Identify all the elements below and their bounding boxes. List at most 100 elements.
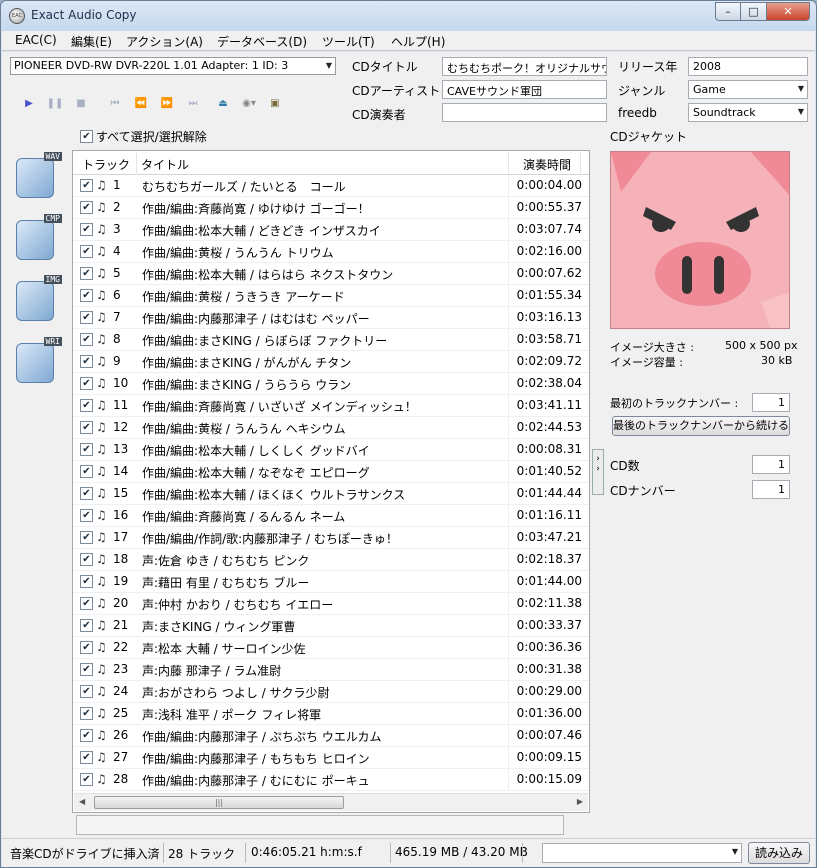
genre-select[interactable]: Game ▼ — [688, 80, 808, 99]
track-title[interactable]: 作曲/編曲:内藤那津子 / むにむに ポーキュ — [142, 772, 502, 789]
track-title[interactable]: 作曲/編曲:松本大輔 / どきどき インザスカイ — [142, 222, 502, 239]
table-row[interactable]: ✔ ♫ 4 作曲/編曲:黄桜 / うんうん トリウム 0:02:16.00 — [73, 241, 589, 263]
track-title[interactable]: 声:松本 大輔 / サーロイン少佐 — [142, 640, 502, 657]
eac-app-icon[interactable]: EAC — [9, 8, 25, 24]
track-title[interactable]: 作曲/編曲:斉藤尚寛 / ゆけゆけ ゴーゴー！ — [142, 200, 502, 217]
track-title[interactable]: むちむちガールズ / たいとる コール — [142, 178, 502, 195]
track-title[interactable]: 作曲/編曲:まさKING / がんがん チタン — [142, 354, 502, 371]
play-icon[interactable]: ▶ — [16, 98, 42, 109]
track-title[interactable]: 作曲/編曲:松本大輔 / しくしく グッドバイ — [142, 442, 502, 459]
continue-numbering-button[interactable]: 最後のトラックナンバーから続ける — [612, 416, 790, 436]
drive-select[interactable]: PIONEER DVD-RW DVR-220L 1.01 Adapter: 1 … — [10, 57, 336, 75]
track-checkbox[interactable]: ✔ — [80, 751, 93, 764]
track-title[interactable]: 声:まさKING / ウィング軍曹 — [142, 618, 502, 635]
table-row[interactable]: ✔ ♫ 8 作曲/編曲:まさKING / らぼらぼ ファクトリー 0:03:58.71 — [73, 329, 589, 351]
track-title[interactable]: 声:浅科 准平 / ポーク フィレ将軍 — [142, 706, 502, 723]
rewind-icon[interactable]: ⏪ — [128, 98, 154, 109]
track-checkbox[interactable]: ✔ — [80, 245, 93, 258]
track-checkbox[interactable]: ✔ — [80, 553, 93, 566]
track-checkbox[interactable]: ✔ — [80, 509, 93, 522]
table-row[interactable]: ✔ ♫ 5 作曲/編曲:松本大輔 / はらはら ネクストタウン 0:00:07.62 — [73, 263, 589, 285]
table-row[interactable]: ✔ ♫ 28 作曲/編曲:内藤那津子 / むにむに ポーキュ 0:00:15.09 — [73, 769, 589, 791]
table-row[interactable]: ✔ ♫ 2 作曲/編曲:斉藤尚寛 / ゆけゆけ ゴーゴー！ 0:00:55.37 — [73, 197, 589, 219]
table-row[interactable]: ✔ ♫ 14 作曲/編曲:松本大輔 / なぞなぞ エピローグ 0:01:40.52 — [73, 461, 589, 483]
table-row[interactable]: ✔ ♫ 27 作曲/編曲:内藤那津子 / もちもち ヒロイン 0:00:09.15 — [73, 747, 589, 769]
cd-performer-input[interactable] — [442, 103, 607, 122]
table-row[interactable]: ✔ ♫ 7 作曲/編曲:内藤那津子 / はむはむ ペッパー 0:03:16.13 — [73, 307, 589, 329]
column-header-time[interactable]: 演奏時間 — [523, 156, 571, 173]
track-checkbox[interactable]: ✔ — [80, 399, 93, 412]
load-button[interactable]: 読み込み — [748, 842, 810, 864]
table-row[interactable]: ✔ ♫ 21 声:まさKING / ウィング軍曹 0:00:33.37 — [73, 615, 589, 637]
menu-tools[interactable]: ツール(T) — [322, 33, 375, 50]
maximize-button[interactable]: □ — [741, 2, 767, 21]
scroll-right-icon[interactable]: ▶ — [577, 797, 583, 806]
disc-menu-icon[interactable]: ◉▾ — [236, 98, 262, 109]
table-row[interactable]: ✔ ♫ 23 声:内藤 那津子 / ラム准尉 0:00:31.38 — [73, 659, 589, 681]
track-checkbox[interactable]: ✔ — [80, 267, 93, 280]
table-row[interactable]: ✔ ♫ 18 声:佐倉 ゆき / むちむち ピンク 0:02:18.37 — [73, 549, 589, 571]
track-title[interactable]: 声:藉田 有里 / むちむち ブルー — [142, 574, 502, 591]
track-checkbox[interactable]: ✔ — [80, 223, 93, 236]
track-title[interactable]: 作曲/編曲:内藤那津子 / もちもち ヒロイン — [142, 750, 502, 767]
table-row[interactable]: ✔ ♫ 24 声:おがさわら つよし / サクラ少尉 0:00:29.00 — [73, 681, 589, 703]
table-row[interactable]: ✔ ♫ 15 作曲/編曲:松本大輔 / ほくほく ウルトラサンクス 0:01:44.44 — [73, 483, 589, 505]
track-checkbox[interactable]: ✔ — [80, 575, 93, 588]
track-title[interactable]: 声:佐倉 ゆき / むちむち ピンク — [142, 552, 502, 569]
table-row[interactable]: ✔ ♫ 12 作曲/編曲:黄桜 / うんうん ヘキシウム 0:02:44.53 — [73, 417, 589, 439]
previous-track-icon[interactable]: ⏮ — [102, 98, 128, 109]
table-row[interactable]: ✔ ♫ 25 声:浅科 准平 / ポーク フィレ将軍 0:01:36.00 — [73, 703, 589, 725]
track-title[interactable]: 作曲/編曲/作詞/歌:内藤那津子 / むちぽーきゅ！ — [142, 530, 502, 547]
table-row[interactable]: ✔ ♫ 6 作曲/編曲:黄桜 / うきうき アーケード 0:01:55.34 — [73, 285, 589, 307]
track-checkbox[interactable]: ✔ — [80, 179, 93, 192]
track-checkbox[interactable]: ✔ — [80, 707, 93, 720]
track-title[interactable]: 作曲/編曲:松本大輔 / はらはら ネクストタウン — [142, 266, 502, 283]
track-title[interactable]: 作曲/編曲:内藤那津子 / はむはむ ペッパー — [142, 310, 502, 327]
menu-database[interactable]: データベース(D) — [217, 33, 307, 50]
select-all-checkbox[interactable]: ✔ — [80, 130, 93, 143]
menu-eac[interactable]: EAC(C) — [15, 33, 57, 47]
freedb-genre-select[interactable]: Soundtrack ▼ — [688, 103, 808, 122]
horizontal-scrollbar[interactable]: ◀ ||| ▶ — [74, 793, 588, 811]
table-row[interactable]: ✔ ♫ 13 作曲/編曲:松本大輔 / しくしく グッドバイ 0:00:08.31 — [73, 439, 589, 461]
track-title[interactable]: 声:内藤 那津子 / ラム准尉 — [142, 662, 502, 679]
table-row[interactable]: ✔ ♫ 26 作曲/編曲:内藤那津子 / ぷちぷち ウエルカム 0:00:07.46 — [73, 725, 589, 747]
table-row[interactable]: ✔ ♫ 10 作曲/編曲:まさKING / うらうら ウラン 0:02:38.04 — [73, 373, 589, 395]
release-year-input[interactable]: 2008 — [688, 57, 808, 76]
collapse-panel-button[interactable]: › › — [592, 449, 604, 495]
menu-help[interactable]: ヘルプ(H) — [391, 33, 445, 50]
status-select[interactable]: ▼ — [542, 843, 742, 863]
track-checkbox[interactable]: ✔ — [80, 355, 93, 368]
table-row[interactable]: ✔ ♫ 20 声:仲村 かおり / むちむち イエロー 0:02:11.38 — [73, 593, 589, 615]
column-header-track[interactable]: トラック — [82, 156, 130, 173]
column-header-title[interactable]: タイトル — [141, 156, 189, 173]
table-row[interactable]: ✔ ♫ 3 作曲/編曲:松本大輔 / どきどき インザスカイ 0:03:07.74 — [73, 219, 589, 241]
cd-title-input[interactable]: むちむちポーク！オリジナルサウンドトラック — [442, 57, 607, 76]
cd-number-input[interactable]: 1 — [752, 480, 790, 499]
table-row[interactable]: ✔ ♫ 17 作曲/編曲/作詞/歌:内藤那津子 / むちぽーきゅ！ 0:03:47.21 — [73, 527, 589, 549]
fast-forward-icon[interactable]: ⏩ — [154, 98, 180, 109]
track-checkbox[interactable]: ✔ — [80, 729, 93, 742]
track-title[interactable]: 作曲/編曲:内藤那津子 / ぷちぷち ウエルカム — [142, 728, 502, 745]
track-checkbox[interactable]: ✔ — [80, 289, 93, 302]
track-checkbox[interactable]: ✔ — [80, 597, 93, 610]
track-title[interactable]: 作曲/編曲:斉藤尚寛 / いざいざ メインディッシュ！ — [142, 398, 502, 415]
menu-action[interactable]: アクション(A) — [126, 33, 203, 50]
track-title[interactable]: 声:おがさわら つよし / サクラ少尉 — [142, 684, 502, 701]
track-checkbox[interactable]: ✔ — [80, 773, 93, 786]
track-checkbox[interactable]: ✔ — [80, 311, 93, 324]
track-checkbox[interactable]: ✔ — [80, 663, 93, 676]
track-title[interactable]: 作曲/編曲:斉藤尚寛 / るんるん ネーム — [142, 508, 502, 525]
table-row[interactable]: ✔ ♫ 1 むちむちガールズ / たいとる コール 0:00:04.00 — [73, 175, 589, 197]
track-checkbox[interactable]: ✔ — [80, 377, 93, 390]
track-checkbox[interactable]: ✔ — [80, 531, 93, 544]
stop-icon[interactable]: ■ — [68, 98, 94, 109]
table-row[interactable]: ✔ ♫ 11 作曲/編曲:斉藤尚寛 / いざいざ メインディッシュ！ 0:03:41.1… — [73, 395, 589, 417]
next-track-icon[interactable]: ⏭ — [180, 98, 206, 109]
pause-icon[interactable]: ❚❚ — [42, 98, 68, 109]
track-title[interactable]: 作曲/編曲:松本大輔 / ほくほく ウルトラサンクス — [142, 486, 502, 503]
track-title[interactable]: 作曲/編曲:黄桜 / うんうん ヘキシウム — [142, 420, 502, 437]
scroll-left-icon[interactable]: ◀ — [79, 797, 85, 806]
drive-options-icon[interactable]: ▣ — [262, 98, 288, 109]
track-checkbox[interactable]: ✔ — [80, 685, 93, 698]
